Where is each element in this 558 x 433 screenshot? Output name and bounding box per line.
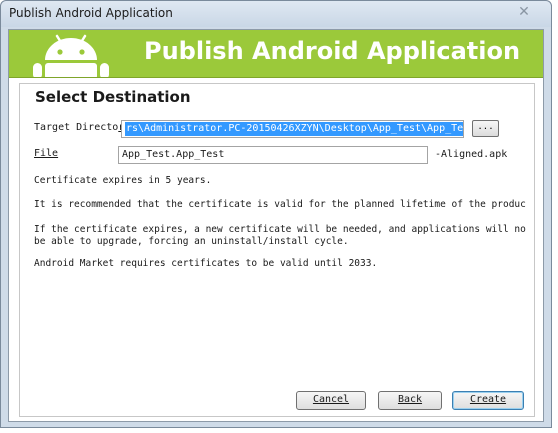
target-directory-value: rs\Administrator.PC-20150426XZYN\Desktop… — [125, 122, 463, 136]
message-market-requirement: Android Market requires certificates to … — [34, 258, 378, 269]
banner-title: Publish Android Application — [144, 37, 521, 65]
file-label: File — [34, 148, 59, 159]
destination-panel: Select Destination Target Director rs\Ad… — [19, 83, 535, 417]
message-recommendation: It is recommended that the certificate i… — [34, 199, 526, 210]
page-title: Select Destination — [35, 88, 191, 106]
dialog-client-area: Publish Android Application Select Desti… — [8, 29, 544, 422]
file-name-input[interactable]: App_Test.App_Test — [118, 146, 428, 164]
publish-dialog-window: Publish Android Application ✕ Publish An… — [0, 0, 552, 428]
file-suffix: -Aligned.apk — [435, 149, 508, 160]
target-directory-label: Target Director — [34, 122, 124, 133]
create-button-label: Create — [469, 394, 507, 405]
android-robot-icon — [33, 34, 109, 77]
back-button[interactable]: Back — [378, 391, 442, 410]
back-button-label: Back — [397, 394, 423, 405]
window-title: Publish Android Application — [9, 6, 173, 20]
create-button[interactable]: Create — [452, 391, 524, 410]
target-directory-input[interactable]: rs\Administrator.PC-20150426XZYN\Desktop… — [121, 120, 464, 138]
close-icon[interactable]: ✕ — [515, 3, 533, 21]
browse-button[interactable]: ... — [472, 120, 499, 137]
cancel-button[interactable]: Cancel — [296, 391, 366, 410]
header-banner: Publish Android Application — [9, 30, 543, 78]
message-certificate-expiry: Certificate expires in 5 years. — [34, 175, 212, 186]
message-expiry-warning-line2: be able to upgrade, forcing an uninstall… — [34, 236, 349, 247]
cancel-button-label: Cancel — [312, 394, 350, 405]
title-bar[interactable]: Publish Android Application ✕ — [1, 1, 551, 27]
